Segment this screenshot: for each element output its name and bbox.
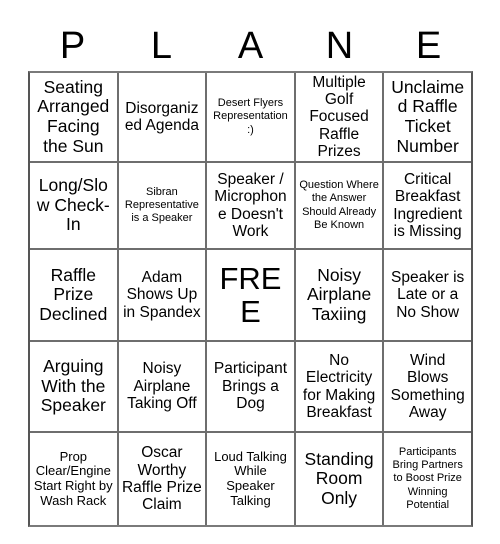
bingo-cell-label: Unclaimed Raffle Ticket Number bbox=[391, 76, 465, 156]
bingo-cell-label: Raffle Prize Declined bbox=[39, 264, 108, 324]
bingo-cell-2-1[interactable]: Adam Shows Up in Spandex bbox=[116, 250, 206, 340]
bingo-row-4: Prop Clear/Engine Start Right by Wash Ra… bbox=[30, 431, 471, 525]
bingo-cell-4-1[interactable]: Oscar Worthy Raffle Prize Claim bbox=[116, 433, 206, 525]
bingo-row-3: Arguing With the Speaker Noisy Airplane … bbox=[30, 340, 471, 431]
header-letter-2: A bbox=[237, 24, 264, 67]
bingo-cell-2-0[interactable]: Raffle Prize Declined bbox=[30, 250, 117, 340]
bingo-cell-0-1[interactable]: Disorganized Agenda bbox=[116, 73, 206, 161]
header-letter-3: N bbox=[325, 24, 354, 67]
bingo-cell-0-4[interactable]: Unclaimed Raffle Ticket Number bbox=[382, 73, 471, 161]
bingo-cell-label: Oscar Worthy Raffle Prize Claim bbox=[121, 444, 202, 514]
bingo-cell-label: Desert Flyers Representation :) bbox=[213, 97, 288, 136]
bingo-cell-label: Speaker / Microphone Doesn't Work bbox=[214, 170, 287, 240]
bingo-cell-label: Noisy Airplane Taking Off bbox=[127, 360, 197, 413]
bingo-free-label: FREE bbox=[219, 260, 282, 329]
bingo-cell-2-4[interactable]: Speaker is Late or a No Show bbox=[382, 250, 471, 340]
bingo-cell-label: Participants Bring Partners to Boost Pri… bbox=[392, 446, 463, 511]
bingo-cell-3-1[interactable]: Noisy Airplane Taking Off bbox=[116, 342, 206, 431]
bingo-cell-1-2[interactable]: Speaker / Microphone Doesn't Work bbox=[205, 163, 294, 248]
bingo-cell-label: Multiple Golf Focused Raffle Prizes bbox=[309, 73, 369, 161]
bingo-card: P L A N E Seating Arranged Facing the Su… bbox=[28, 20, 473, 527]
bingo-cell-label: Loud Talking While Speaker Talking bbox=[214, 448, 287, 508]
bingo-cell-label: Wind Blows Something Away bbox=[390, 351, 465, 421]
header-letter-4: E bbox=[415, 24, 442, 67]
bingo-cell-label: Long/Slow Check-In bbox=[36, 175, 110, 235]
bingo-cell-4-4[interactable]: Participants Bring Partners to Boost Pri… bbox=[382, 433, 471, 525]
bingo-cell-3-2[interactable]: Participant Brings a Dog bbox=[205, 342, 294, 431]
header-letter-1: L bbox=[150, 24, 173, 67]
bingo-cell-1-0[interactable]: Long/Slow Check-In bbox=[30, 163, 117, 248]
bingo-cell-free-space[interactable]: FREE bbox=[205, 250, 294, 340]
bingo-cell-1-4[interactable]: Critical Breakfast Ingredient is Missing bbox=[382, 163, 471, 248]
bingo-cell-2-3[interactable]: Noisy Airplane Taxiing bbox=[293, 250, 383, 340]
bingo-header: P L A N E bbox=[28, 20, 473, 71]
bingo-cell-label: Disorganized Agenda bbox=[124, 99, 199, 134]
bingo-cell-label: Critical Breakfast Ingredient is Missing bbox=[393, 170, 463, 240]
bingo-row-2: Raffle Prize Declined Adam Shows Up in S… bbox=[30, 248, 471, 340]
bingo-row-0: Seating Arranged Facing the Sun Disorgan… bbox=[30, 73, 471, 161]
bingo-cell-label: Seating Arranged Facing the Sun bbox=[37, 76, 110, 156]
bingo-cell-label: Question Where the Answer Should Already… bbox=[299, 179, 379, 231]
bingo-cell-4-0[interactable]: Prop Clear/Engine Start Right by Wash Ra… bbox=[30, 433, 117, 525]
bingo-cell-label: Sibran Representative is a Speaker bbox=[124, 185, 199, 225]
bingo-grid: Seating Arranged Facing the Sun Disorgan… bbox=[28, 71, 473, 527]
bingo-cell-label: No Electricity for Making Breakfast bbox=[302, 351, 376, 421]
bingo-cell-0-2[interactable]: Desert Flyers Representation :) bbox=[205, 73, 294, 161]
bingo-cell-0-3[interactable]: Multiple Golf Focused Raffle Prizes bbox=[293, 73, 383, 161]
bingo-cell-label: Adam Shows Up in Spandex bbox=[123, 268, 201, 321]
bingo-cell-3-4[interactable]: Wind Blows Something Away bbox=[382, 342, 471, 431]
bingo-cell-4-2[interactable]: Loud Talking While Speaker Talking bbox=[205, 433, 294, 525]
bingo-row-1: Long/Slow Check-In Sibran Representative… bbox=[30, 161, 471, 248]
bingo-cell-1-1[interactable]: Sibran Representative is a Speaker bbox=[116, 163, 206, 248]
bingo-cell-0-0[interactable]: Seating Arranged Facing the Sun bbox=[30, 73, 117, 161]
bingo-cell-3-0[interactable]: Arguing With the Speaker bbox=[30, 342, 117, 431]
header-letter-0: P bbox=[59, 24, 86, 67]
bingo-cell-label: Prop Clear/Engine Start Right by Wash Ra… bbox=[33, 448, 113, 508]
bingo-cell-label: Arguing With the Speaker bbox=[40, 356, 106, 416]
bingo-cell-3-3[interactable]: No Electricity for Making Breakfast bbox=[293, 342, 383, 431]
bingo-cell-1-3[interactable]: Question Where the Answer Should Already… bbox=[293, 163, 383, 248]
bingo-cell-label: Participant Brings a Dog bbox=[213, 360, 288, 413]
bingo-cell-label: Standing Room Only bbox=[304, 448, 374, 508]
bingo-cell-4-3[interactable]: Standing Room Only bbox=[293, 433, 383, 525]
bingo-cell-label: Noisy Airplane Taxiing bbox=[306, 264, 372, 324]
bingo-cell-label: Speaker is Late or a No Show bbox=[391, 268, 465, 321]
